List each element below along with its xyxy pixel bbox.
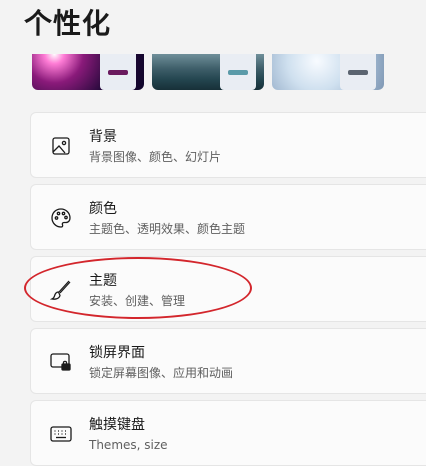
settings-item-subtitle: 安装、创建、管理 <box>89 294 186 308</box>
theme-thumbnail-lake[interactable] <box>152 54 264 90</box>
settings-item-title: 背景 <box>89 129 117 145</box>
brush-icon <box>49 278 73 302</box>
settings-item-subtitle: 背景图像、颜色、幻灯片 <box>89 150 222 164</box>
image-icon <box>49 134 73 158</box>
theme-gallery <box>0 54 426 90</box>
settings-item-title: 触摸键盘 <box>89 417 145 433</box>
settings-item-themes[interactable]: 主题 安装、创建、管理 <box>30 256 426 322</box>
settings-item-subtitle: 锁定屏幕图像、应用和动画 <box>89 366 234 380</box>
settings-item-lock-screen[interactable]: 锁屏界面 锁定屏幕图像、应用和动画 <box>30 328 426 394</box>
lock-screen-icon <box>49 350 73 374</box>
settings-item-title: 锁屏界面 <box>89 345 145 361</box>
theme-thumbnail-glow[interactable] <box>32 54 144 90</box>
settings-item-touch-keyboard[interactable]: 触摸键盘 Themes, size <box>30 400 426 466</box>
palette-icon <box>49 206 73 230</box>
settings-item-title: 颜色 <box>89 201 117 217</box>
settings-item-colors[interactable]: 颜色 主题色、透明效果、颜色主题 <box>30 184 426 250</box>
theme-thumbnail-bloom[interactable] <box>272 54 384 90</box>
settings-item-subtitle: 主题色、透明效果、颜色主题 <box>89 222 246 236</box>
settings-item-title: 主题 <box>89 273 117 289</box>
settings-item-background[interactable]: 背景 背景图像、颜色、幻灯片 <box>30 112 426 178</box>
page-title: 个性化 <box>24 7 112 40</box>
keyboard-icon <box>49 422 73 446</box>
